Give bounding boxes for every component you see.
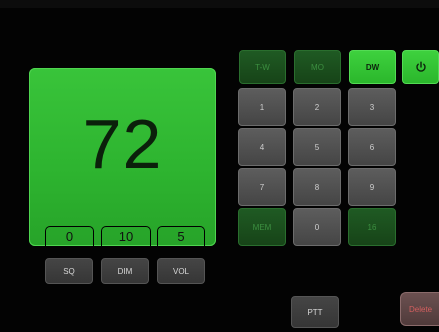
- mem-button[interactable]: MEM: [238, 208, 286, 246]
- power-icon: [415, 61, 426, 72]
- key-8[interactable]: 8: [293, 168, 341, 206]
- top-bar: [0, 0, 439, 8]
- power-button[interactable]: [402, 50, 439, 84]
- key-4[interactable]: 4: [238, 128, 286, 166]
- delete-button[interactable]: Delete: [400, 292, 439, 326]
- radio-screen: 72 0 10 5 SQ DIM VOL T-W MO DW 1 2 3 4 5…: [0, 0, 439, 332]
- channel-display: 72: [29, 68, 216, 246]
- mo-button[interactable]: MO: [294, 50, 341, 84]
- tw-button[interactable]: T-W: [239, 50, 286, 84]
- sq-button[interactable]: SQ: [45, 258, 93, 284]
- vol-value: 5: [157, 226, 205, 246]
- ch16-button[interactable]: 16: [348, 208, 396, 246]
- key-3[interactable]: 3: [348, 88, 396, 126]
- dim-button[interactable]: DIM: [101, 258, 149, 284]
- key-7[interactable]: 7: [238, 168, 286, 206]
- vol-button[interactable]: VOL: [157, 258, 205, 284]
- ptt-button[interactable]: PTT: [291, 296, 339, 328]
- key-1[interactable]: 1: [238, 88, 286, 126]
- dim-value: 10: [101, 226, 151, 246]
- key-0[interactable]: 0: [293, 208, 341, 246]
- key-5[interactable]: 5: [293, 128, 341, 166]
- dw-button[interactable]: DW: [349, 50, 396, 84]
- channel-number: 72: [82, 105, 163, 183]
- key-9[interactable]: 9: [348, 168, 396, 206]
- sq-value: 0: [45, 226, 94, 246]
- key-2[interactable]: 2: [293, 88, 341, 126]
- key-6[interactable]: 6: [348, 128, 396, 166]
